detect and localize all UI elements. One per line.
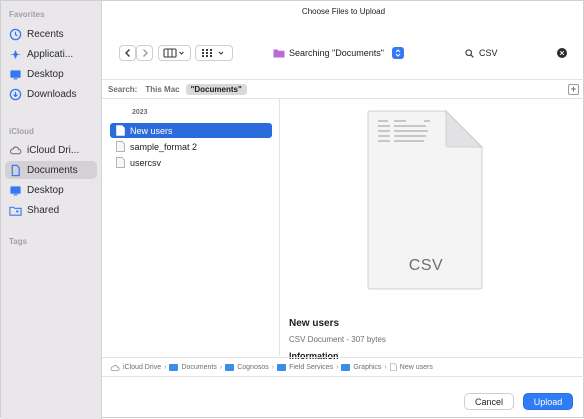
grid-icon: [202, 49, 224, 57]
add-search-criteria-button[interactable]: +: [568, 84, 579, 95]
file-name: New users: [130, 125, 173, 136]
sidebar-item-label: Recents: [27, 28, 64, 40]
folder-icon: [225, 363, 235, 371]
clear-search-icon[interactable]: [557, 48, 567, 58]
applications-icon: [9, 48, 22, 61]
file-list: 2023 New users sample_format 2 usercsv: [102, 99, 280, 356]
back-button[interactable]: [119, 45, 136, 61]
crumb-documents[interactable]: Documents ›: [169, 363, 225, 371]
document-icon: [116, 125, 125, 136]
chevron-right-icon: ›: [219, 363, 223, 371]
folder-icon: [169, 363, 179, 371]
chevron-right-icon: ›: [336, 363, 339, 371]
sidebar-item-recents[interactable]: Recents: [5, 25, 97, 43]
document-icon: [9, 164, 22, 177]
preview-file-kind: CSV Document - 307 bytes: [289, 335, 386, 344]
download-icon: [9, 88, 22, 101]
sidebar-item-icloud-drive[interactable]: iCloud Dri...: [5, 141, 97, 159]
chevron-right-icon: [142, 49, 148, 57]
scope-documents[interactable]: "Documents": [185, 83, 247, 95]
chevron-left-icon: [124, 49, 130, 57]
view-mode-button[interactable]: [158, 45, 191, 61]
file-row-new-users[interactable]: New users: [110, 123, 272, 138]
folder-icon: [277, 363, 287, 371]
sidebar-item-label: Shared: [27, 204, 60, 216]
sidebar-item-label: Documents: [27, 164, 78, 176]
preview-pane: CSV New users CSV Document - 307 bytes I…: [281, 99, 584, 361]
cancel-button[interactable]: Cancel: [464, 393, 514, 410]
file-upload-dialog: Favorites Recents Applicati... Desktop D…: [0, 0, 584, 419]
sidebar-section-tags: Tags: [9, 237, 28, 246]
sidebar-item-downloads[interactable]: Downloads: [5, 85, 97, 103]
crumb-label: Cognosos: [237, 363, 269, 371]
chevron-right-icon: ›: [271, 363, 275, 371]
file-row-usercsv[interactable]: usercsv: [110, 155, 272, 170]
crumb-field-services[interactable]: Field Services ›: [277, 363, 341, 371]
file-name: usercsv: [130, 157, 162, 168]
chevron-right-icon: ›: [384, 363, 387, 371]
desktop-icon: [9, 68, 22, 81]
group-by-button[interactable]: [195, 45, 233, 61]
search-input[interactable]: CSV: [459, 44, 571, 62]
sidebar-item-label: Downloads: [27, 88, 77, 100]
crumb-label: iCloud Drive: [123, 363, 162, 371]
crumb-label: Field Services: [289, 363, 334, 371]
crumb-label: New users: [399, 363, 433, 371]
location-label: Searching "Documents": [289, 48, 384, 58]
desktop-icon: [9, 184, 22, 197]
preview-file-name: New users: [289, 318, 340, 329]
forward-button[interactable]: [136, 45, 153, 61]
location-popup[interactable]: Searching "Documents": [273, 44, 404, 62]
sidebar-item-shared[interactable]: Shared: [5, 201, 97, 219]
sidebar-item-label: Desktop: [27, 68, 64, 80]
up-down-arrows-icon: [391, 47, 404, 59]
scope-label: Search:: [108, 84, 138, 94]
cloud-icon: [110, 364, 120, 371]
sidebar-item-documents[interactable]: Documents: [5, 161, 97, 179]
sidebar-section-favorites: Favorites: [9, 10, 45, 19]
preview-badge: CSV: [408, 257, 444, 274]
sidebar-section-icloud: iCloud: [9, 127, 34, 136]
sidebar-item-icloud-desktop[interactable]: Desktop: [5, 181, 97, 199]
group-header: 2023: [132, 109, 148, 116]
document-icon: [116, 157, 125, 168]
file-name: sample_format 2: [130, 141, 198, 152]
sidebar-item-label: Desktop: [27, 184, 64, 196]
sidebar: Favorites Recents Applicati... Desktop D…: [1, 1, 102, 419]
sidebar-item-applications[interactable]: Applicati...: [5, 45, 97, 63]
search-scope-bar: Search: This Mac "Documents" +: [102, 79, 584, 99]
file-row-sample-format[interactable]: sample_format 2: [110, 139, 272, 154]
sidebar-item-label: Applicati...: [27, 48, 74, 60]
folder-icon: [273, 49, 285, 58]
crumb-new-users[interactable]: New users: [389, 363, 433, 371]
cloud-icon: [9, 144, 22, 157]
path-bar: iCloud Drive › Documents › Cognosos › Fi…: [102, 357, 584, 377]
folder-icon: [341, 363, 351, 371]
crumb-label: Documents: [181, 363, 217, 371]
crumb-graphics[interactable]: Graphics ›: [341, 363, 389, 371]
document-icon: [389, 363, 397, 371]
chevron-right-icon: ›: [164, 363, 167, 371]
crumb-icloud-drive[interactable]: iCloud Drive ›: [110, 364, 169, 371]
clock-icon: [9, 28, 22, 41]
scope-this-mac[interactable]: This Mac: [145, 85, 179, 94]
columns-view-icon: [162, 48, 184, 58]
sidebar-item-desktop[interactable]: Desktop: [5, 65, 97, 83]
shared-folder-icon: [9, 204, 22, 217]
document-icon: [116, 141, 125, 152]
sidebar-item-label: iCloud Dri...: [27, 144, 80, 156]
dialog-title: Choose Files to Upload: [301, 7, 386, 16]
search-query: CSV: [479, 48, 498, 58]
upload-button[interactable]: Upload: [523, 393, 573, 410]
crumb-label: Graphics: [353, 363, 382, 371]
crumb-cognosos[interactable]: Cognosos ›: [225, 363, 277, 371]
search-icon: [465, 48, 474, 58]
